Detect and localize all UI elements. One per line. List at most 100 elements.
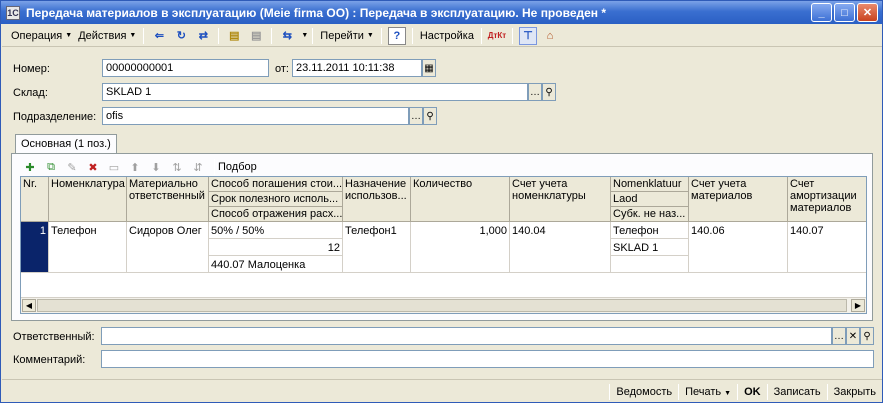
chevron-down-icon: ▼ [129,32,137,39]
ok-button[interactable]: OK [738,386,767,398]
row-account-amort-cell[interactable]: 140.07 [788,222,866,273]
delete-row-icon[interactable]: ✖ [85,159,101,175]
col-header-item[interactable]: Номенклатура [49,177,127,222]
arrow-left-icon[interactable]: ⇐ [150,27,168,45]
ellipsis-icon[interactable]: … [409,107,423,125]
goto-menu[interactable]: Перейти ▼ [317,26,377,46]
debit-credit-icon[interactable]: ДтКт [488,27,506,45]
row-qty-cell[interactable]: 1,000 [411,222,510,273]
based-on-icon[interactable]: ⇆ [278,27,296,45]
chevron-down-icon: ▼ [301,32,309,39]
toolbar-separator [312,27,314,44]
sort-asc-icon[interactable]: ⇅ [169,159,185,175]
selection-button[interactable]: Подбор [218,161,257,173]
date-field[interactable]: 23.11.2011 10:11:38 [292,59,422,77]
row-subconto-cell[interactable] [611,256,689,273]
copy-row-icon[interactable]: ⧉ [43,159,59,175]
row-purpose-cell[interactable]: Телефон1 [343,222,411,273]
responsible-field[interactable] [101,327,832,345]
row-mrp-cell[interactable]: Сидоров Олег [127,222,209,273]
scroll-thumb[interactable] [37,299,847,312]
row-account-item-cell[interactable]: 140.04 [510,222,611,273]
warehouse-label: Склад: [13,87,48,99]
print-menu[interactable]: Печать ▼ [679,386,737,398]
toolbar-separator [380,27,382,44]
col-header-subconto[interactable]: Субк. не наз... [611,207,689,222]
settings-button[interactable]: Настройка [417,26,477,46]
horizontal-scrollbar[interactable]: ◀ ▶ [21,297,866,313]
col-header-account-amort[interactable]: Счет амортизации материалов [788,177,866,222]
table-toolbar: ✚ ⧉ ✎ ✖ ▭ ⬆ ⬇ ⇅ ⇵ Подбор [22,158,257,176]
arrow-up-icon[interactable]: ⬆ [127,159,143,175]
sort-desc-icon[interactable]: ⇵ [190,159,206,175]
department-field[interactable]: ofis [102,107,409,125]
col-header-reflect[interactable]: Способ отражения расх... [209,207,343,222]
col-header-nr[interactable]: Nr. [21,177,49,222]
arrow-down-icon[interactable]: ⬇ [148,159,164,175]
close-window-button[interactable]: ✕ [857,3,878,22]
toolbar-separator [214,159,215,175]
col-header-account-item[interactable]: Счет учета номенклатуры [510,177,611,222]
comment-field[interactable] [101,350,874,368]
search-icon[interactable]: ⚲ [423,107,437,125]
scroll-left-icon[interactable]: ◀ [22,299,36,312]
toolbar-separator [511,27,513,44]
ellipsis-icon[interactable]: … [528,83,542,101]
col-header-warehouse[interactable]: Laod [611,192,689,207]
department-label: Подразделение: [13,111,97,123]
col-header-qty[interactable]: Количество [411,177,510,222]
scroll-right-icon[interactable]: ▶ [851,299,865,312]
toolbar-separator [411,27,413,44]
search-icon[interactable]: ⚲ [860,327,874,345]
calendar-icon[interactable]: ▦ [422,59,436,77]
row-method-cell[interactable]: 50% / 50% [209,222,343,239]
col-header-method[interactable]: Способ погашения стои... [209,177,343,192]
col-header-mrp[interactable]: Материально ответственный [127,177,209,222]
number-label: Номер: [13,63,50,75]
row-nomenclature-cell[interactable]: Телефон [611,222,689,239]
document-window: 1C Передача материалов в эксплуатацию (M… [0,0,883,403]
structure-icon[interactable]: ⊤ [518,26,537,45]
materials-table: Nr. Номенклатура Материально ответственн… [20,176,867,314]
col-header-nomenclature[interactable]: Nomenklatuur [611,177,689,192]
toolbar-separator [480,27,482,44]
close-button[interactable]: Закрыть [828,386,882,398]
search-icon[interactable]: ⚲ [542,83,556,101]
row-warehouse-cell[interactable]: SKLAD 1 [611,239,689,256]
save-button[interactable]: Записать [768,386,827,398]
actions-menu[interactable]: Действия ▼ [75,26,139,46]
clear-icon[interactable]: ✕ [846,327,860,345]
house-icon[interactable]: ⌂ [541,27,559,45]
col-header-purpose[interactable]: Назначение использов... [343,177,411,222]
unpost-document-icon[interactable]: ▤ [247,27,265,45]
based-on-dropdown[interactable]: ▼ [298,26,308,46]
ellipsis-icon[interactable]: … [832,327,846,345]
copy-doc-icon[interactable]: ⇄ [194,27,212,45]
refresh-icon[interactable]: ↻ [172,27,190,45]
minimize-button[interactable]: _ [811,3,832,22]
row-reflect-cell[interactable]: 440.07 Малоценка [209,256,343,273]
operation-menu[interactable]: Операция ▼ [8,26,75,46]
actions-menu-label: Действия [78,29,127,42]
tab-main[interactable]: Основная (1 поз.) [15,134,117,154]
warehouse-field[interactable]: SKLAD 1 [102,83,528,101]
chevron-down-icon: ▼ [724,389,732,397]
row-item-cell[interactable]: Телефон [49,222,127,273]
row-nr-cell[interactable]: 1 [21,222,49,273]
col-header-account-mat[interactable]: Счет учета материалов [689,177,788,222]
chevron-down-icon: ▼ [366,32,374,39]
statement-button[interactable]: Ведомость [610,386,678,398]
help-icon[interactable]: ? [387,26,406,45]
row-useful-life-cell[interactable]: 12 [209,239,343,256]
add-row-icon[interactable]: ✚ [22,159,38,175]
edit-row-icon[interactable]: ✎ [64,159,80,175]
row-account-mat-cell[interactable]: 140.06 [689,222,788,273]
post-document-icon[interactable]: ▤ [225,27,243,45]
number-field[interactable]: 00000000001 [102,59,269,77]
end-edit-icon[interactable]: ▭ [106,159,122,175]
col-header-useful-life[interactable]: Срок полезного исполь... [209,192,343,207]
print-menu-label: Печать [685,385,722,398]
maximize-button[interactable]: □ [834,3,855,22]
window-title: Передача материалов в эксплуатацию (Meie… [26,5,607,20]
toolbar-separator [143,27,145,44]
